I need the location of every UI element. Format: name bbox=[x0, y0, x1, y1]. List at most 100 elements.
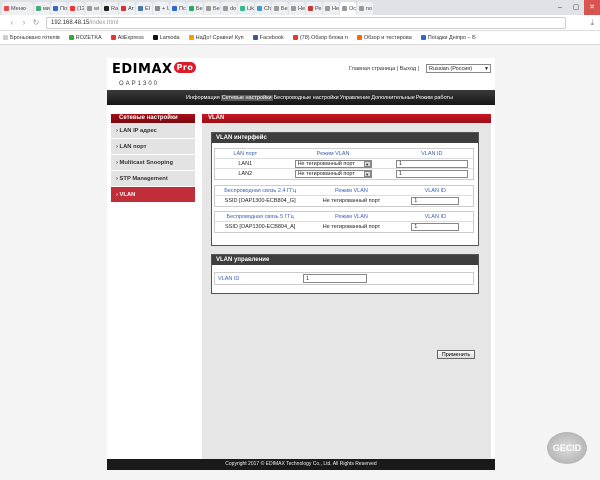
bookmark-label: Поїздки Дніпро – Б bbox=[427, 34, 476, 41]
browser-tab[interactable]: Меню bbox=[2, 2, 33, 15]
maximize-icon[interactable]: ▢ bbox=[568, 0, 584, 15]
vlan-id-input-wifi24[interactable]: 1 bbox=[411, 197, 460, 205]
tab-favicon-icon bbox=[4, 6, 9, 11]
browser-tab[interactable]: Не bbox=[323, 2, 339, 15]
bookmark-item[interactable]: (78) Обзор блока п bbox=[292, 34, 348, 41]
tab-favicon-icon bbox=[359, 6, 364, 11]
tab-label: Бе bbox=[213, 5, 220, 12]
vlan-id-input-wifi5[interactable]: 1 bbox=[411, 223, 460, 231]
router-ui: EDIMAX Pro OAP1300 Главная страница | Вых… bbox=[107, 58, 495, 470]
tab-label: Пс bbox=[179, 5, 186, 12]
sidebar-item[interactable]: › Multicast Snooping bbox=[111, 155, 195, 171]
sidebar-item[interactable]: › LAN IP адрес bbox=[111, 123, 195, 139]
main-menu: Информация Сетевые настройки Беспроводные … bbox=[107, 90, 495, 105]
browser-tab[interactable]: Ch bbox=[255, 2, 271, 15]
sidebar-item-label: Multicast Snooping bbox=[119, 160, 174, 166]
language-select[interactable]: Russian (Россия) ▼ bbox=[426, 64, 491, 73]
tab-label: Ra bbox=[111, 5, 118, 12]
browser-tab[interactable]: El bbox=[136, 2, 152, 15]
window-controls: ‒ ▢ ✕ bbox=[552, 0, 600, 15]
downloads-icon[interactable]: ⤓ bbox=[590, 18, 594, 28]
reload-icon[interactable]: ↻ bbox=[30, 18, 42, 27]
sidebar-item[interactable]: › LAN порт bbox=[111, 139, 195, 155]
bookmark-label: Обзор и тестирова bbox=[363, 34, 412, 41]
table-row: SSID [OAP1300-ECB804_G] Не тегированный … bbox=[215, 196, 473, 206]
bookmark-item[interactable]: ROZETKA bbox=[68, 35, 102, 41]
vlan-id-input-lan2[interactable]: 1 bbox=[395, 170, 468, 178]
bookmark-item[interactable]: Lamoda bbox=[152, 34, 180, 41]
bookmark-item[interactable]: Facebook bbox=[252, 34, 284, 41]
bookmark-favicon-icon bbox=[3, 35, 8, 40]
apply-button[interactable]: Применить bbox=[437, 350, 475, 359]
bookmark-label: Facebook bbox=[259, 34, 284, 41]
browser-tab[interactable]: Ат bbox=[119, 2, 135, 15]
sidebar: Сетевые настройки › LAN IP адрес › LAN по… bbox=[111, 114, 195, 203]
vlan-mode-select-lan1[interactable]: Не тегированный порт ▼ bbox=[294, 159, 372, 168]
bookmark-label: Броньовано готелів bbox=[10, 34, 60, 41]
sidebar-item-label: LAN порт bbox=[119, 144, 147, 150]
menu-item[interactable]: Информация bbox=[186, 95, 220, 101]
browser-tab[interactable]: ми bbox=[34, 2, 50, 15]
tab-label: El bbox=[145, 5, 150, 12]
bookmark-label: (78) Обзор блока п bbox=[299, 34, 348, 41]
tab-favicon-icon bbox=[325, 6, 330, 11]
browser-tab[interactable]: wi bbox=[85, 2, 101, 15]
vlan-mode-select-lan2[interactable]: Не тегированный порт ▼ bbox=[294, 170, 372, 178]
menu-item[interactable]: Режим работы bbox=[416, 95, 453, 101]
browser-tab[interactable]: По bbox=[51, 2, 67, 15]
page-area: EDIMAX Pro OAP1300 Главная страница | Вых… bbox=[0, 45, 600, 480]
content: VLAN VLAN интерфейс LAN порт Режим VLAN … bbox=[202, 114, 491, 463]
tab-label: Ch bbox=[264, 5, 271, 12]
browser-tab[interactable]: Пс bbox=[170, 2, 186, 15]
tab-favicon-icon bbox=[291, 6, 296, 11]
vlan-management-panel: VLAN управление VLAN ID 1 bbox=[211, 254, 479, 294]
browser-tab[interactable]: + UK bbox=[153, 2, 169, 15]
menu-item[interactable]: Дополнительные bbox=[371, 95, 415, 101]
browser-tab[interactable]: Бе bbox=[204, 2, 220, 15]
tab-favicon-icon bbox=[342, 6, 347, 11]
bookmark-item[interactable]: Обзор и тестирова bbox=[356, 34, 412, 41]
bookmark-label: Lamoda bbox=[159, 34, 180, 41]
browser-tab[interactable]: Бе bbox=[187, 2, 203, 15]
bookmark-item[interactable]: Поїздки Дніпро – Б bbox=[420, 34, 476, 41]
sidebar-item[interactable]: › STP Management bbox=[111, 171, 195, 187]
menu-item[interactable]: Управление bbox=[340, 95, 371, 101]
back-icon[interactable]: ‹ bbox=[6, 18, 18, 27]
browser-tab[interactable]: Ra bbox=[102, 2, 118, 15]
tab-label: (12 bbox=[77, 5, 84, 12]
bookmark-item[interactable]: НаДо! Сравни! Куп bbox=[188, 35, 244, 41]
vlan-interface-panel: VLAN интерфейс LAN порт Режим VLAN VLAN … bbox=[211, 132, 479, 246]
url-path: /index.html bbox=[89, 19, 119, 26]
menu-item[interactable]: Сетевые настройки bbox=[220, 94, 273, 101]
vlan-interface-heading: VLAN интерфейс bbox=[212, 133, 478, 143]
bookmark-favicon-icon bbox=[152, 35, 158, 40]
sidebar-item-label: LAN IP адрес bbox=[119, 128, 157, 134]
forward-icon[interactable]: › bbox=[18, 18, 30, 27]
browser-tab[interactable]: Не bbox=[289, 2, 305, 15]
bookmark-favicon-icon bbox=[420, 35, 426, 40]
tab-label: Не bbox=[298, 5, 305, 12]
address-bar[interactable]: 192.168.48.15/index.html bbox=[46, 16, 566, 29]
sidebar-title: Сетевые настройки bbox=[111, 114, 195, 123]
sidebar-item[interactable]: › VLAN bbox=[111, 187, 195, 203]
top-links[interactable]: Главная страница | Выход | bbox=[349, 66, 419, 72]
close-icon[interactable]: ✕ bbox=[584, 0, 600, 15]
minimize-icon[interactable]: ‒ bbox=[552, 0, 568, 15]
bookmark-item[interactable]: AliExpress bbox=[110, 35, 144, 41]
browser-tab[interactable]: no bbox=[357, 2, 373, 15]
browser-tab[interactable]: Ос bbox=[340, 2, 356, 15]
bookmark-item[interactable]: Броньовано готелів bbox=[3, 35, 60, 41]
browser-tab[interactable]: do bbox=[221, 2, 237, 15]
tab-label: + UK bbox=[162, 5, 169, 12]
bookmark-favicon-icon bbox=[188, 35, 194, 40]
bookmarks-bar: Броньовано готелів ROZETKA AliExpress Lamod… bbox=[0, 31, 600, 45]
browser-tab[interactable]: Ре bbox=[306, 2, 322, 15]
browser-tab[interactable]: Бе bbox=[272, 2, 288, 15]
tab-favicon-icon bbox=[121, 6, 126, 11]
browser-tab[interactable]: Lik bbox=[238, 2, 254, 15]
browser-tab[interactable]: (12 bbox=[68, 2, 84, 15]
model-name: OAP1300 bbox=[119, 81, 160, 87]
menu-item[interactable]: Беспроводные настройки bbox=[274, 95, 339, 101]
management-vlan-id-input[interactable]: 1 bbox=[303, 274, 367, 283]
vlan-id-input-lan1[interactable]: 1 bbox=[395, 159, 468, 168]
